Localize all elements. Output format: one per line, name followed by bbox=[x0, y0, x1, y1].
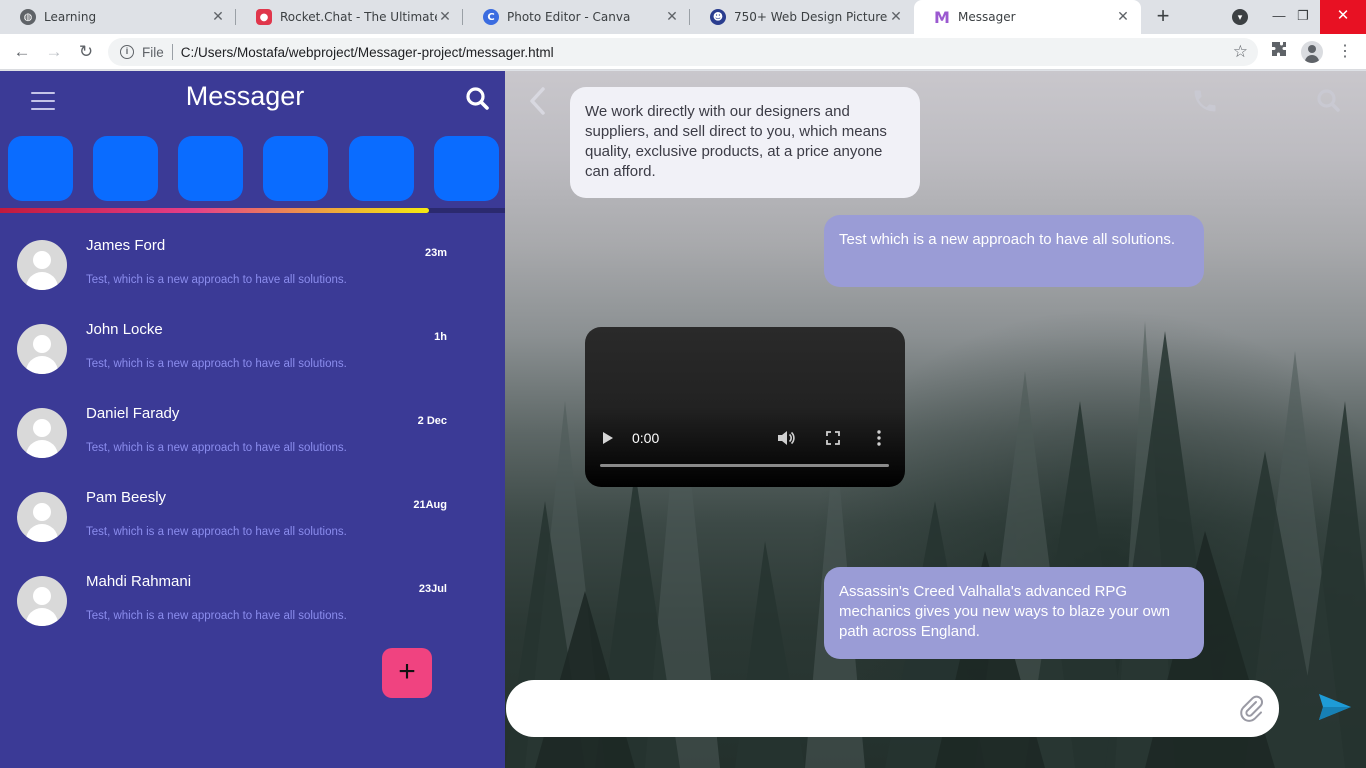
contact-last-message: Test, which is a new approach to have al… bbox=[86, 274, 347, 286]
close-icon[interactable]: ✕ bbox=[437, 9, 453, 25]
contacts-sidebar: Messager James Ford Test, which is a new… bbox=[0, 71, 505, 768]
message-input[interactable] bbox=[506, 680, 1279, 737]
globe-icon: ◍ bbox=[20, 9, 36, 25]
close-icon[interactable]: ✕ bbox=[1115, 9, 1131, 25]
attachment-paperclip-icon[interactable] bbox=[1236, 693, 1266, 723]
file-scheme-label: File bbox=[142, 44, 164, 60]
story-thumbnail[interactable] bbox=[263, 136, 328, 201]
contact-item[interactable]: Pam Beesly Test, which is a new approach… bbox=[0, 487, 505, 571]
video-message[interactable]: 0:00 bbox=[585, 327, 905, 487]
tab-title: 750+ Web Design Pictures | Do bbox=[734, 10, 888, 24]
messager-app: Messager James Ford Test, which is a new… bbox=[0, 71, 1366, 768]
phone-icon[interactable] bbox=[1191, 87, 1219, 115]
chat-search-icon[interactable] bbox=[1315, 87, 1343, 115]
contact-last-message: Test, which is a new approach to have al… bbox=[86, 442, 347, 454]
extensions-puzzle-icon[interactable] bbox=[1268, 41, 1290, 63]
tab-rocketchat[interactable]: ● Rocket.Chat - The Ultimate Co ✕ bbox=[236, 0, 463, 34]
divider bbox=[171, 44, 173, 60]
reload-icon[interactable]: ↻ bbox=[75, 41, 97, 63]
avatar bbox=[17, 324, 67, 374]
website-icon: ☻ bbox=[710, 9, 726, 25]
app-title: Messager bbox=[185, 81, 305, 111]
volume-icon[interactable] bbox=[777, 430, 795, 446]
avatar bbox=[17, 576, 67, 626]
close-icon[interactable]: ✕ bbox=[210, 9, 226, 25]
search-icon[interactable] bbox=[464, 85, 492, 113]
contact-item[interactable]: John Locke Test, which is a new approach… bbox=[0, 319, 505, 403]
back-chevron-icon[interactable] bbox=[527, 85, 547, 117]
fullscreen-icon[interactable] bbox=[826, 431, 840, 445]
browser-menu-icon[interactable]: ⋮ bbox=[1334, 41, 1356, 63]
video-progress-track[interactable] bbox=[600, 464, 889, 467]
play-icon[interactable] bbox=[603, 432, 613, 444]
stories-progress-bar bbox=[0, 208, 505, 213]
tab-messager[interactable]: M Messager ✕ bbox=[914, 0, 1141, 34]
story-thumbnail[interactable] bbox=[434, 136, 499, 201]
contact-item[interactable]: Daniel Farady Test, which is a new appro… bbox=[0, 403, 505, 487]
contact-time: 23m bbox=[424, 247, 447, 259]
contact-item[interactable]: James Ford Test, which is a new approach… bbox=[0, 235, 505, 319]
close-icon[interactable]: ✕ bbox=[888, 9, 904, 25]
contact-last-message: Test, which is a new approach to have al… bbox=[86, 358, 347, 370]
window-close-button[interactable]: ✕ bbox=[1320, 0, 1366, 34]
contact-time: 2 Dec bbox=[417, 415, 447, 427]
avatar bbox=[17, 240, 67, 290]
contact-time: 23Jul bbox=[418, 583, 447, 595]
video-time: 0:00 bbox=[632, 430, 660, 446]
new-tab-button[interactable]: + bbox=[1151, 5, 1175, 29]
contact-time: 1h bbox=[434, 331, 447, 343]
contact-name: Daniel Farady bbox=[86, 405, 180, 422]
tab-title: Messager bbox=[958, 10, 1016, 24]
close-icon[interactable]: ✕ bbox=[664, 9, 680, 25]
story-thumbnail[interactable] bbox=[8, 136, 73, 201]
address-bar: ← → ↻ i File C:/Users/Mostafa/webproject… bbox=[0, 34, 1366, 70]
more-options-icon[interactable] bbox=[877, 430, 881, 446]
contact-name: James Ford bbox=[86, 237, 166, 254]
incoming-message: We work directly with our designers and … bbox=[570, 87, 920, 198]
story-thumbnail[interactable] bbox=[349, 136, 414, 201]
contact-item[interactable]: Mahdi Rahmani Test, which is a new appro… bbox=[0, 571, 505, 655]
rocketchat-icon: ● bbox=[256, 9, 272, 25]
contact-name: Mahdi Rahmani bbox=[86, 573, 192, 590]
stories-progress-fill bbox=[0, 208, 430, 213]
bookmark-star-icon[interactable]: ☆ bbox=[1233, 42, 1248, 62]
contact-time: 21Aug bbox=[413, 499, 447, 511]
outgoing-message: Test which is a new approach to have all… bbox=[824, 215, 1204, 287]
new-chat-button[interactable]: + bbox=[382, 648, 432, 698]
tab-learning[interactable]: ◍ Learning ✕ bbox=[0, 0, 236, 34]
story-thumbnail[interactable] bbox=[93, 136, 158, 201]
forward-arrow-icon[interactable]: → bbox=[43, 41, 65, 63]
send-icon[interactable] bbox=[1318, 692, 1352, 722]
contact-last-message: Test, which is a new approach to have al… bbox=[86, 610, 347, 622]
back-arrow-icon[interactable]: ← bbox=[11, 41, 33, 63]
tab-title: Photo Editor - Canva bbox=[507, 10, 631, 24]
contact-name: John Locke bbox=[86, 321, 163, 338]
chat-panel: We work directly with our designers and … bbox=[505, 71, 1366, 768]
tab-canva[interactable]: C Photo Editor - Canva ✕ bbox=[463, 0, 690, 34]
url-field[interactable]: i File C:/Users/Mostafa/webproject/Messa… bbox=[108, 38, 1258, 66]
messager-icon: M bbox=[934, 7, 950, 27]
browser-tab-strip: ◍ Learning ✕ ● Rocket.Chat - The Ultimat… bbox=[0, 0, 1366, 34]
tab-web-design-pictures[interactable]: ☻ 750+ Web Design Pictures | Do ✕ bbox=[690, 0, 914, 34]
outgoing-message: Assassin's Creed Valhalla's advanced RPG… bbox=[824, 567, 1204, 659]
avatar bbox=[17, 408, 67, 458]
contact-last-message: Test, which is a new approach to have al… bbox=[86, 526, 347, 538]
profile-avatar-icon[interactable] bbox=[1301, 41, 1323, 63]
tab-search-icon[interactable]: ▾ bbox=[1232, 9, 1248, 25]
avatar bbox=[17, 492, 67, 542]
story-thumbnail[interactable] bbox=[178, 136, 243, 201]
tab-title: Rocket.Chat - The Ultimate Co bbox=[280, 10, 437, 24]
stories-strip bbox=[8, 136, 505, 202]
info-icon[interactable]: i bbox=[120, 45, 134, 59]
tab-title: Learning bbox=[44, 10, 97, 24]
url-text: C:/Users/Mostafa/webproject/Messager-pro… bbox=[180, 44, 554, 60]
canva-icon: C bbox=[483, 9, 499, 25]
contact-name: Pam Beesly bbox=[86, 489, 167, 506]
